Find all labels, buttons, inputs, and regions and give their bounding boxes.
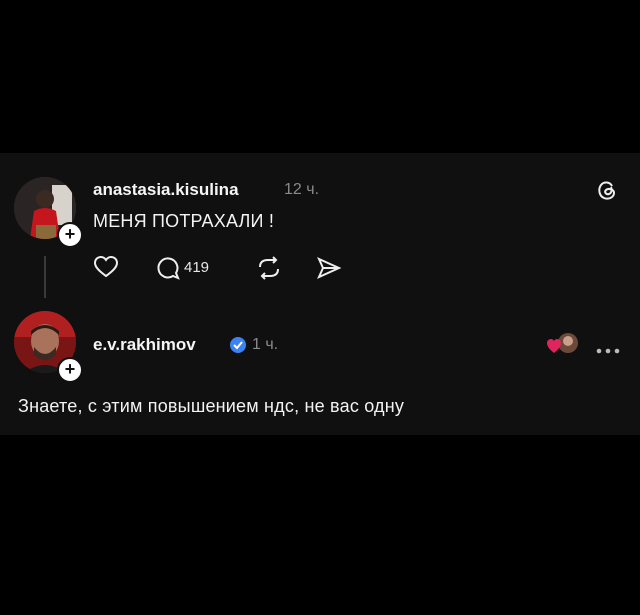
share-icon[interactable] xyxy=(316,256,342,285)
username[interactable]: anastasia.kisulina xyxy=(93,180,239,200)
more-icon[interactable] xyxy=(596,341,620,359)
follow-plus-icon[interactable]: + xyxy=(57,222,83,248)
heart-icon[interactable] xyxy=(93,255,119,284)
timestamp: 12 ч. xyxy=(284,181,320,198)
timestamp: 1 ч. xyxy=(252,336,279,353)
liked-by-author-icon xyxy=(546,331,580,362)
reply-count: 419 xyxy=(184,259,210,276)
post-text: МЕНЯ ПОТРАХАЛИ ! xyxy=(93,211,275,231)
threads-logo-icon[interactable] xyxy=(595,178,619,207)
thread-card: + anastasia.kisulina 12 ч. МЕНЯ ПОТРАХАЛ… xyxy=(0,153,640,435)
comment-icon[interactable] xyxy=(156,256,180,285)
verified-icon xyxy=(230,337,246,353)
repost-icon[interactable] xyxy=(256,256,282,285)
username[interactable]: e.v.rakhimov xyxy=(93,335,196,355)
reply-text: Знаете, с этим повышением ндс, не вас од… xyxy=(18,396,405,416)
thread-connector xyxy=(44,256,46,298)
follow-plus-icon[interactable]: + xyxy=(57,357,83,383)
